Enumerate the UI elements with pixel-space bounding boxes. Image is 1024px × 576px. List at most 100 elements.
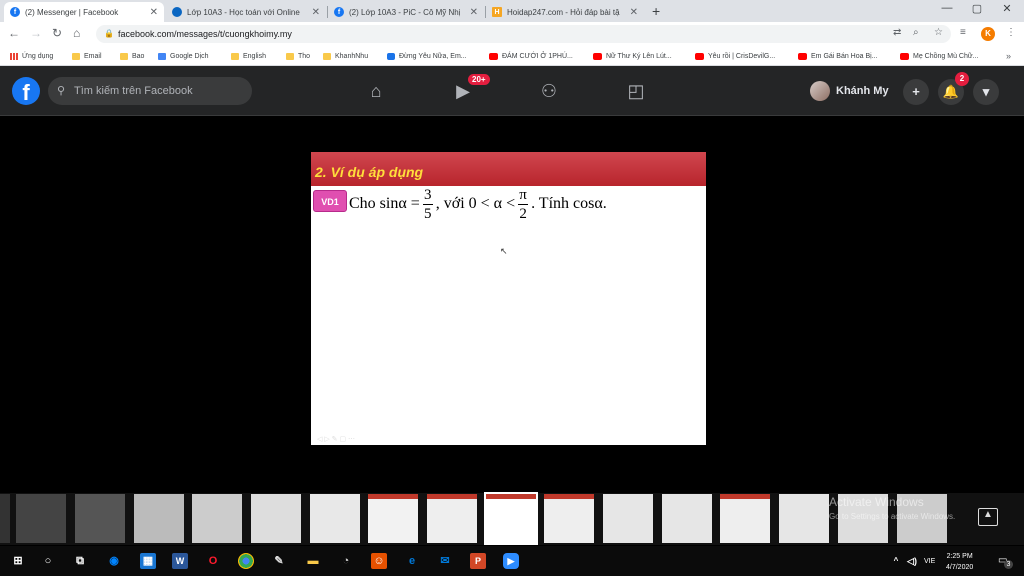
home-icon[interactable]: ⌂ [73,26,80,40]
close-icon[interactable]: ✕ [150,7,158,18]
slide-thumbnail[interactable] [779,494,829,543]
forward-arrow-icon[interactable]: → [30,26,42,40]
slide-thumbnail[interactable] [16,494,66,543]
mail-icon[interactable]: ✉ [437,553,453,569]
onedrive-icon [172,7,182,17]
zoom-icon[interactable]: ⌕ [913,27,919,38]
facebook-logo-icon[interactable]: f [12,77,40,105]
edge-icon[interactable]: e [404,553,420,569]
opera-icon[interactable]: O [205,553,221,569]
bookmark-apps[interactable]: Ứng dụng [10,51,53,61]
app-icon[interactable]: ☺ [371,553,387,569]
tab-messenger[interactable]: f (2) Messenger | Facebook ✕ [4,2,164,22]
slide-thumbnail[interactable] [251,494,301,543]
bookmark-bao[interactable]: Bao [120,51,144,61]
media-control-icon[interactable]: ≡ [960,27,966,38]
tray-chevron-icon[interactable]: ^ [888,553,904,569]
bookmark-youtube-4[interactable]: Em Gái Bán Hoa Bị... [798,51,878,61]
facebook-search-input[interactable]: ⚲ Tìm kiếm trên Facebook [48,77,252,105]
slide-thumbnail[interactable] [544,494,594,543]
cortana-icon[interactable]: ○ [40,553,56,569]
slide-heading: 2. Ví dụ áp dụng [311,152,706,186]
tab-title: Lớp 10A3 - Học toán với Online [187,7,300,17]
facebook-icon: f [10,7,20,17]
volume-icon[interactable]: ◁) [904,553,920,569]
slide-thumbnail[interactable] [603,494,653,543]
back-arrow-icon[interactable]: ← [8,26,20,40]
bookmark-label: Ứng dụng [22,52,54,60]
powerpoint-icon[interactable]: P [470,553,486,569]
close-icon[interactable]: ✕ [470,7,478,18]
action-center-icon[interactable]: ▭ 3 [998,555,1013,569]
bookmark-tho[interactable]: Tho [286,51,310,61]
slide-thumbnail[interactable] [310,494,360,543]
numerator: π [519,186,527,203]
tab-title: (2) Messenger | Facebook [25,7,119,17]
bookmark-youtube-2[interactable]: Nữ Thư Ký Lên Lút... [593,51,672,61]
profile-avatar[interactable]: K [981,27,995,41]
bookmark-youtube-1[interactable]: ĐÁM CƯỚI Ở 1PHÚ... [489,51,573,61]
create-button[interactable]: + [903,79,929,105]
home-icon[interactable]: ⌂ [362,78,390,104]
user-profile-link[interactable]: Khánh My [810,80,889,102]
slide-controls-icon[interactable]: ◁ ▷ ✎ ▢ ⋯ [317,435,355,443]
windows-start-icon[interactable]: ⊞ [10,553,26,569]
slide-thumbnail[interactable] [720,494,770,543]
file-explorer-icon[interactable]: ▬ [305,553,321,569]
slide-thumbnail[interactable] [75,494,125,543]
bookmark-khanhnhu[interactable]: KhanhNhu [323,51,368,61]
problem-statement: Cho sinα = 3 5 , với 0 < α < π 2 . Tính … [349,184,607,224]
bookmark-label: Mẹ Chồng Mù Chữ... [913,52,979,60]
address-bar[interactable]: 🔒 facebook.com/messages/t/cuongkhoimy.my [96,25,951,43]
language-indicator[interactable]: VIE [924,558,935,565]
new-tab-button[interactable]: + [652,3,660,19]
menu-icon[interactable]: ⋮ [1006,27,1016,38]
image-gallery-icon[interactable]: ▲ [978,508,998,526]
bookmark-english[interactable]: English [231,51,266,61]
bookmark-google-translate[interactable]: Google Dịch [158,51,209,61]
slide-thumbnail[interactable] [427,494,477,543]
account-menu-chevron-icon[interactable]: ▾ [973,79,999,105]
tab-online-class[interactable]: Lớp 10A3 - Học toán với Online ✕ [166,2,326,22]
close-window-button[interactable]: ✕ [992,2,1022,15]
facebook-header: f ⚲ Tìm kiếm trên Facebook ⌂ ▶ 20+ ⚇ ◰ K… [0,66,1024,116]
slide-thumbnail[interactable] [0,494,10,543]
app-icon[interactable]: ▦ [140,553,156,569]
folder-icon [72,52,80,60]
media-player-icon[interactable]: ◔ [338,553,354,569]
star-icon[interactable]: ☆ [934,27,943,38]
slide-thumbnail[interactable] [368,494,418,543]
slide-thumbnail[interactable] [192,494,242,543]
word-icon[interactable]: W [172,553,188,569]
slide-thumbnail-current[interactable] [484,492,538,545]
close-icon[interactable]: ✕ [630,7,638,18]
tab-facebook-group[interactable]: f (2) Lớp 10A3 - PiC - Cô Mỹ Nhị ✕ [328,2,484,22]
paint-icon[interactable]: ✎ [271,553,287,569]
maximize-button[interactable]: ▢ [962,2,992,15]
close-icon[interactable]: ✕ [312,7,320,18]
facebook-icon: f [334,7,344,17]
bookmark-youtube-3[interactable]: Yêu rồi | CrisDevilG... [695,51,775,61]
denominator: 2 [519,205,527,222]
more-bookmarks-icon[interactable]: » [1006,51,1011,61]
reload-icon[interactable]: ↻ [52,26,62,40]
groups-icon[interactable]: ⚇ [535,78,563,104]
bookmark-email[interactable]: Email [72,51,102,61]
bookmark-youtube-5[interactable]: Mẹ Chồng Mù Chữ... [900,51,978,61]
slide-thumbnail[interactable] [134,494,184,543]
messenger-icon[interactable]: ◉ [106,553,122,569]
clock-date: 4/7/2020 [946,564,974,571]
bookmark-dung-yeu-nua[interactable]: Đừng Yêu Nữa, Em... [387,51,467,61]
folder-icon [323,52,331,60]
bookmark-label: KhanhNhu [335,52,369,60]
chrome-icon[interactable] [238,553,254,569]
minimize-button[interactable]: — [932,2,962,14]
taskbar-clock[interactable]: 2:25 PM 4/7/2020 [946,551,973,573]
slide-thumbnail[interactable] [662,494,712,543]
zoom-app-icon[interactable]: ▶ [503,553,519,569]
presentation-slide[interactable]: 2. Ví dụ áp dụng VD1 Cho sinα = 3 5 , vớ… [311,152,706,445]
gaming-icon[interactable]: ◰ [622,78,650,104]
tab-hoidap247[interactable]: H Hoidap247.com - Hỏi đáp bài tậ ✕ [486,2,644,22]
translate-icon[interactable]: ⇄ [893,27,901,38]
task-view-icon[interactable]: ⧉ [72,553,88,569]
